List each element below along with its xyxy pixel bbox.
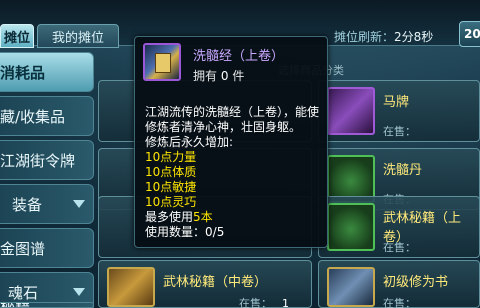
item-card[interactable]: 武林秘籍（中卷） 在售： 1 <box>98 260 312 308</box>
sidebar-item-label: 魂石 <box>8 283 39 302</box>
sidebar-item-label: 金图谱 <box>0 239 46 258</box>
tooltip-stat: 10点敏捷 <box>145 180 197 194</box>
tab-my-stall[interactable]: 我的摊位 <box>37 24 119 48</box>
training-book-icon <box>327 267 375 307</box>
sidebar-item-gold-patterns[interactable]: 金图谱 <box>0 228 94 268</box>
tooltip-body: 江湖流传的洗髓经（上卷），能使修炼者清净心神，壮固身躯。 修炼后永久增加: 10… <box>145 105 323 240</box>
refresh-timer: 摊位刷新：2分8秒 <box>334 28 433 45</box>
horse-plate-icon <box>327 87 375 135</box>
tooltip-owned: 拥有 0 件 <box>193 69 245 83</box>
item-name: 武林秘籍（中卷） <box>163 275 268 290</box>
sidebar-item-label: 装备 <box>12 195 43 214</box>
sidebar-item-equipment[interactable]: 装备 <box>0 184 94 224</box>
sidebar-item-street-tokens[interactable]: 江湖街令牌 <box>0 140 94 180</box>
tooltip-use-count: 使用数量：0/5 <box>145 225 225 239</box>
item-name: 洗髓丹 <box>383 163 423 178</box>
sidebar-item-label: 藏/收集品 <box>0 107 66 126</box>
item-card[interactable]: 马牌 在售： <box>318 80 480 142</box>
sidebar-item-secret-books[interactable]: 秘籍 <box>0 302 94 308</box>
sidebar-item-label: 秘籍 <box>0 303 30 307</box>
chevron-down-icon <box>73 200 85 208</box>
refresh-value: 2分8秒 <box>394 30 434 44</box>
tooltip-effect-header: 修炼后永久增加: <box>145 135 234 149</box>
refresh-label: 摊位刷新： <box>334 30 395 44</box>
refresh-button[interactable]: 20 <box>459 21 480 47</box>
sidebar-item-label: 江湖街令牌 <box>0 151 76 170</box>
item-card[interactable]: 初级修为书 在售： <box>318 260 480 308</box>
item-name: 初级修为书 <box>383 275 449 290</box>
tooltip-stat: 10点体质 <box>145 165 197 179</box>
secret-book-icon <box>107 267 155 307</box>
item-stock: 在售： <box>383 125 416 138</box>
sidebar-item-label: 消耗品 <box>0 63 46 82</box>
item-card[interactable]: 武林秘籍（上卷） 在售： <box>318 196 480 258</box>
tooltip-max-use: 最多使用5本 <box>145 210 213 224</box>
sidebar-item-consumables[interactable]: 消耗品 <box>0 52 94 92</box>
secret-book-icon <box>327 203 375 251</box>
chevron-down-icon <box>73 288 85 296</box>
item-stock: 在售： <box>383 241 416 254</box>
tooltip-description: 江湖流传的洗髓经（上卷），能使修炼者清净心神，壮固身躯。 <box>145 105 320 134</box>
tooltip-stat: 10点力量 <box>145 150 197 164</box>
sidebar-item-collectibles[interactable]: 藏/收集品 <box>0 96 94 136</box>
tooltip-title: 洗髓经（上卷） <box>193 49 285 64</box>
item-tooltip: 洗髓经（上卷） 拥有 0 件 江湖流传的洗髓经（上卷），能使修炼者清净心神，壮固… <box>134 36 328 248</box>
scripture-book-icon <box>143 43 181 81</box>
tooltip-stat: 10点灵巧 <box>145 195 197 209</box>
item-name: 马牌 <box>383 95 410 110</box>
item-stock: 在售： 1 <box>239 297 289 308</box>
tab-stalls[interactable]: 摊位 <box>0 24 34 48</box>
item-stock: 在售： <box>383 297 416 308</box>
